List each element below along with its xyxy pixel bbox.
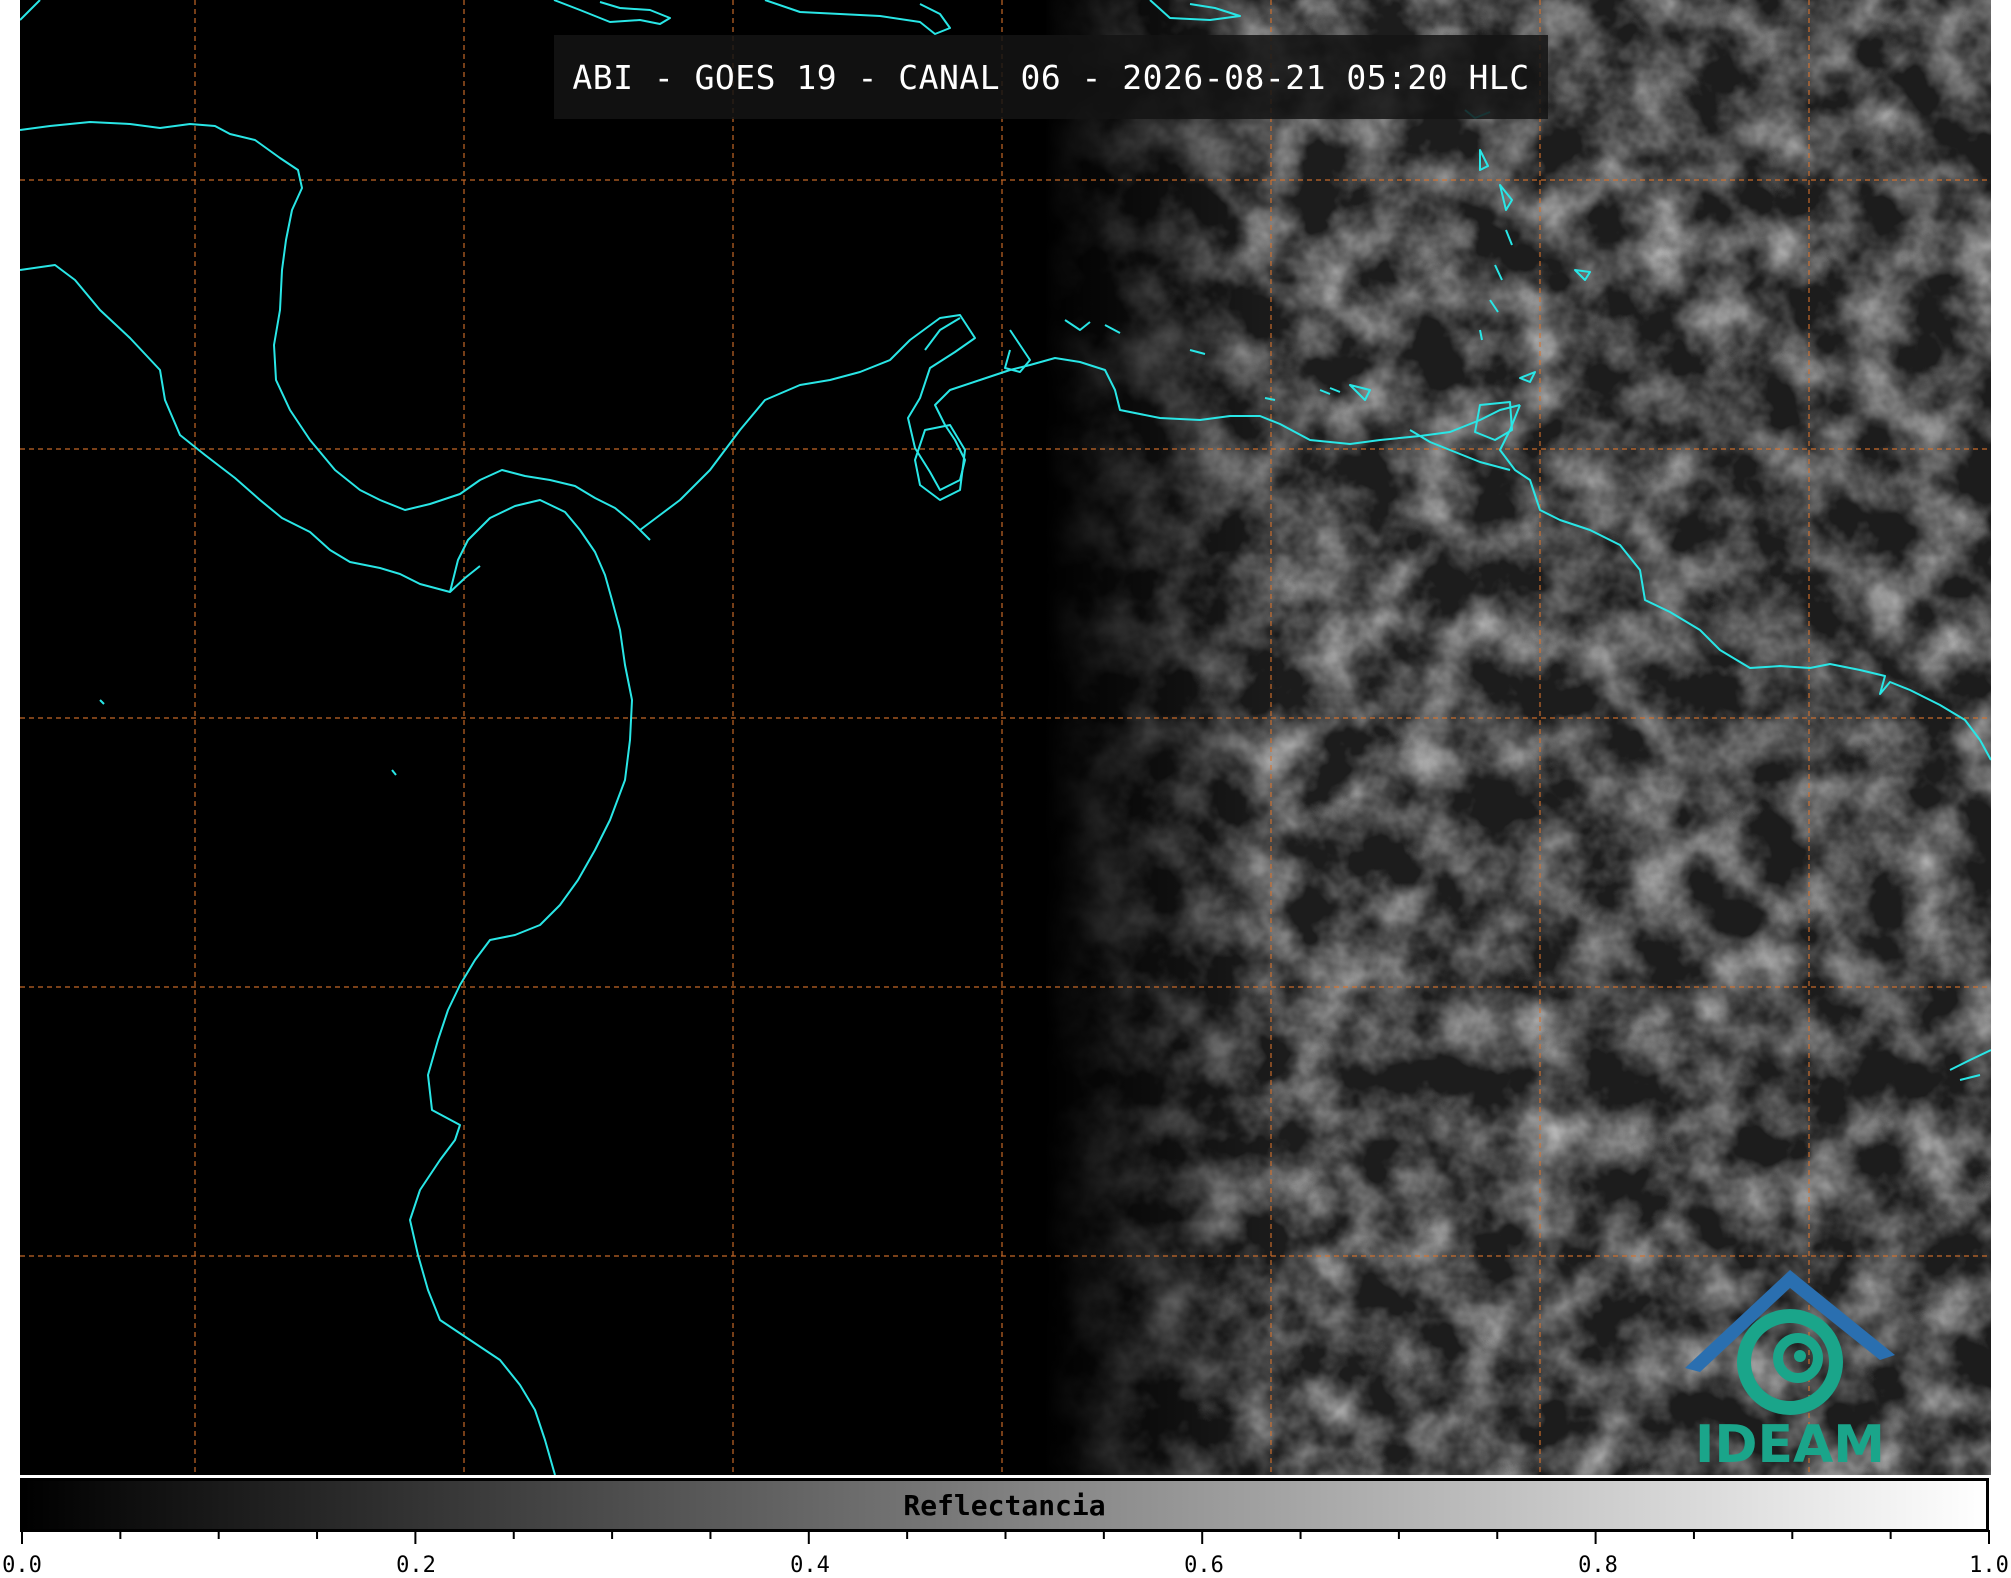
tick-label-4: 0.8 xyxy=(1578,1553,1618,1578)
logo-text: IDEAM xyxy=(1694,1415,1886,1475)
tick-label-3: 0.6 xyxy=(1184,1553,1224,1578)
ideam-logo-icon xyxy=(1685,1270,1895,1415)
logo-swirl-core xyxy=(1794,1350,1806,1362)
satellite-map: ABI - GOES 19 - CANAL 06 - 2026-08-21 05… xyxy=(20,0,1991,1475)
ideam-logo: IDEAM xyxy=(1670,1250,1910,1475)
tick-label-1: 0.2 xyxy=(396,1553,436,1578)
tick-label-5: 1.0 xyxy=(1969,1553,2009,1578)
colorbar-ticks: 0.0 0.2 0.4 0.6 0.8 1.0 xyxy=(0,1530,2011,1578)
colorbar: Reflectancia xyxy=(20,1478,1989,1532)
tick-label-2: 0.4 xyxy=(790,1553,830,1578)
tick-label-0: 0.0 xyxy=(2,1553,42,1578)
colorbar-tick-marks xyxy=(21,1530,1990,1544)
colorbar-label: Reflectancia xyxy=(903,1488,1106,1522)
title-box: ABI - GOES 19 - CANAL 06 - 2026-08-21 05… xyxy=(554,35,1548,119)
map-title: ABI - GOES 19 - CANAL 06 - 2026-08-21 05… xyxy=(572,57,1530,97)
